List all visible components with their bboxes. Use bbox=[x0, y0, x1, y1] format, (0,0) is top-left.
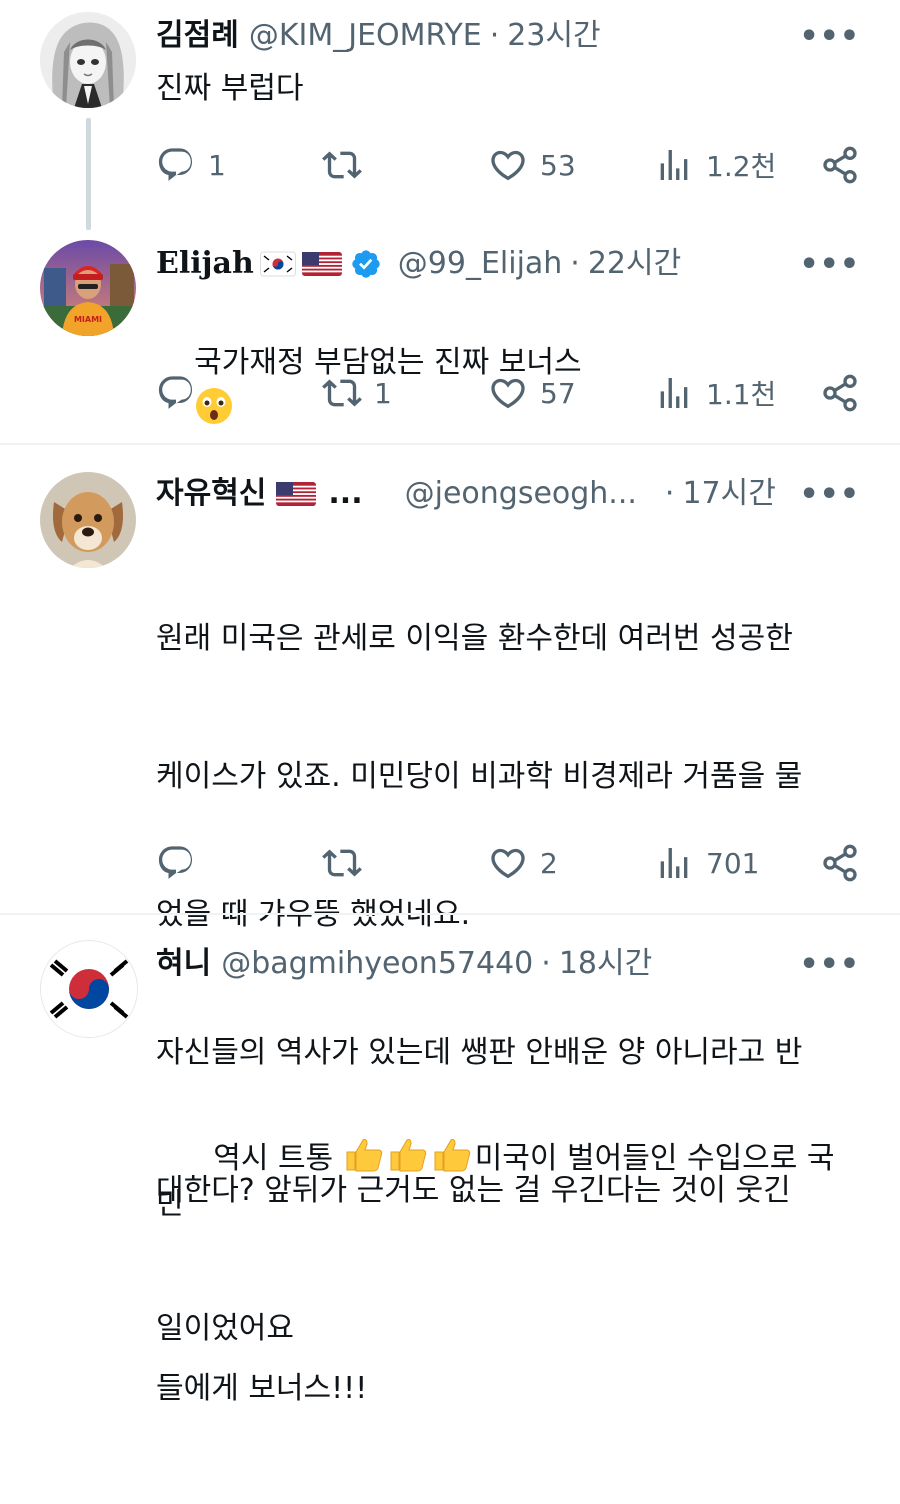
user-handle[interactable]: @KIM_JEOMRYE bbox=[249, 14, 482, 58]
more-options-button[interactable]: ••• bbox=[799, 14, 860, 58]
views-icon bbox=[660, 848, 688, 878]
like-button[interactable]: 2 bbox=[488, 838, 558, 888]
heart-icon bbox=[491, 848, 525, 879]
action-bar: 1 57 1.1천 bbox=[156, 368, 860, 418]
reply-button[interactable] bbox=[156, 368, 208, 418]
display-name-ellipsis: ... bbox=[328, 476, 363, 511]
display-name[interactable]: 김점례 bbox=[156, 14, 239, 58]
user-handle[interactable]: @bagmihyeon57440 bbox=[221, 942, 533, 986]
reply-button[interactable] bbox=[156, 838, 208, 888]
tweet-text-line: 케이스가 있죠. 미민당이 비과학 비경제라 거품을 물 bbox=[156, 759, 803, 794]
more-options-button[interactable]: ••• bbox=[799, 242, 860, 286]
avatar[interactable] bbox=[40, 472, 136, 568]
retweet-button[interactable] bbox=[322, 838, 374, 888]
share-icon bbox=[823, 146, 857, 184]
timestamp[interactable]: 17시간 bbox=[682, 472, 775, 516]
more-options-button[interactable]: ••• bbox=[799, 472, 860, 516]
action-bar: 2 701 bbox=[156, 838, 860, 888]
separator-dot: · bbox=[664, 476, 675, 511]
thumbs-up-emoji-icon bbox=[346, 1139, 470, 1172]
like-count: 53 bbox=[540, 148, 576, 182]
more-dots-icon: ••• bbox=[799, 18, 860, 54]
share-button[interactable] bbox=[820, 368, 860, 418]
separator-dot: · bbox=[489, 18, 500, 53]
tweet-header: 혀니 @bagmihyeon57440 · 18시간 bbox=[156, 942, 860, 986]
tweet-text: 진짜 부럽다 bbox=[156, 71, 304, 106]
share-button[interactable] bbox=[820, 838, 860, 888]
timestamp[interactable]: 22시간 bbox=[588, 242, 681, 286]
tweet-text-line: 원래 미국은 관세로 이익을 환수한데 여러번 성공한 bbox=[156, 621, 793, 656]
verified-badge-icon[interactable] bbox=[350, 248, 382, 280]
tweet-header: Elijah @99_Elijah · 22시간 bbox=[156, 242, 860, 286]
heart-icon bbox=[491, 378, 525, 409]
views-button[interactable]: 701 bbox=[654, 838, 759, 888]
views-count: 1.1천 bbox=[706, 378, 777, 411]
svg-text:MIAMI: MIAMI bbox=[74, 315, 102, 324]
reply-icon bbox=[158, 376, 193, 409]
like-button[interactable]: 53 bbox=[488, 140, 576, 190]
retweet-count: 1 bbox=[374, 376, 392, 410]
more-options-button[interactable]: ••• bbox=[799, 942, 860, 986]
tweet-text: 역시 트통 미국이 벌어들인 수입으로 국민 들에게 보너스!!! bbox=[156, 996, 856, 1504]
usa-flag-icon bbox=[276, 482, 317, 506]
retweet-icon bbox=[322, 849, 362, 877]
avatar[interactable] bbox=[40, 940, 138, 1038]
action-bar: 1 53 1.2천 bbox=[156, 140, 860, 190]
avatar-man-with-cap-image: MIAMI bbox=[40, 240, 136, 336]
share-icon bbox=[823, 374, 857, 412]
more-dots-icon: ••• bbox=[799, 246, 860, 282]
views-button[interactable]: 1.1천 bbox=[654, 368, 776, 418]
retweet-button[interactable]: 1 bbox=[322, 368, 392, 418]
more-dots-icon: ••• bbox=[799, 946, 860, 982]
user-handle[interactable]: @jeongseogh... bbox=[405, 472, 637, 516]
thread-connector-line bbox=[86, 118, 91, 230]
avatar[interactable] bbox=[40, 12, 136, 108]
share-button[interactable] bbox=[820, 140, 860, 190]
reply-icon bbox=[158, 846, 193, 879]
reply-count: 1 bbox=[208, 148, 226, 182]
reply-button[interactable]: 1 bbox=[156, 140, 226, 190]
retweet-button[interactable] bbox=[322, 140, 374, 190]
views-icon bbox=[660, 150, 688, 180]
retweet-icon bbox=[322, 151, 362, 179]
retweet-icon bbox=[322, 379, 362, 407]
timestamp[interactable]: 23시간 bbox=[507, 14, 600, 58]
reply-icon bbox=[158, 148, 193, 181]
tweet-text-line: 었을 때 갸우뚱 했었네요. bbox=[156, 897, 471, 932]
avatar-manga-girl-image bbox=[40, 12, 136, 108]
separator-dot: · bbox=[570, 246, 580, 281]
timestamp[interactable]: 18시간 bbox=[559, 942, 652, 986]
tweet-text-line: 들에게 보너스!!! bbox=[156, 1371, 368, 1406]
share-icon bbox=[823, 844, 857, 882]
views-count: 701 bbox=[706, 846, 760, 880]
display-name[interactable]: 자유혁신 bbox=[156, 472, 266, 516]
separator-dot: · bbox=[541, 946, 551, 981]
heart-icon bbox=[491, 150, 525, 181]
korea-flag-icon bbox=[259, 251, 296, 277]
display-name[interactable]: Elijah bbox=[156, 242, 254, 286]
views-count: 1.2천 bbox=[706, 150, 777, 183]
like-count: 57 bbox=[540, 376, 576, 410]
display-name[interactable]: 혀니 bbox=[156, 942, 211, 986]
views-button[interactable]: 1.2천 bbox=[654, 140, 776, 190]
views-icon bbox=[660, 378, 688, 408]
more-dots-icon: ••• bbox=[799, 476, 860, 512]
tweet-divider bbox=[0, 913, 900, 915]
like-count: 2 bbox=[540, 846, 558, 880]
like-button[interactable]: 57 bbox=[488, 368, 576, 418]
usa-flag-icon bbox=[301, 252, 342, 276]
avatar[interactable]: MIAMI bbox=[40, 240, 136, 336]
korea-flag-avatar-image bbox=[41, 941, 137, 1037]
tweet-text-part: 역시 트통 bbox=[213, 1141, 343, 1176]
tweet-divider bbox=[0, 443, 900, 445]
avatar-puppy-image bbox=[40, 472, 136, 568]
tweet-header: 김점례 @KIM_JEOMRYE · 23시간 bbox=[156, 14, 860, 58]
tweet-header: 자유혁신 ... @jeongseogh... · 17시간 bbox=[156, 472, 860, 516]
user-handle[interactable]: @99_Elijah bbox=[398, 242, 563, 286]
